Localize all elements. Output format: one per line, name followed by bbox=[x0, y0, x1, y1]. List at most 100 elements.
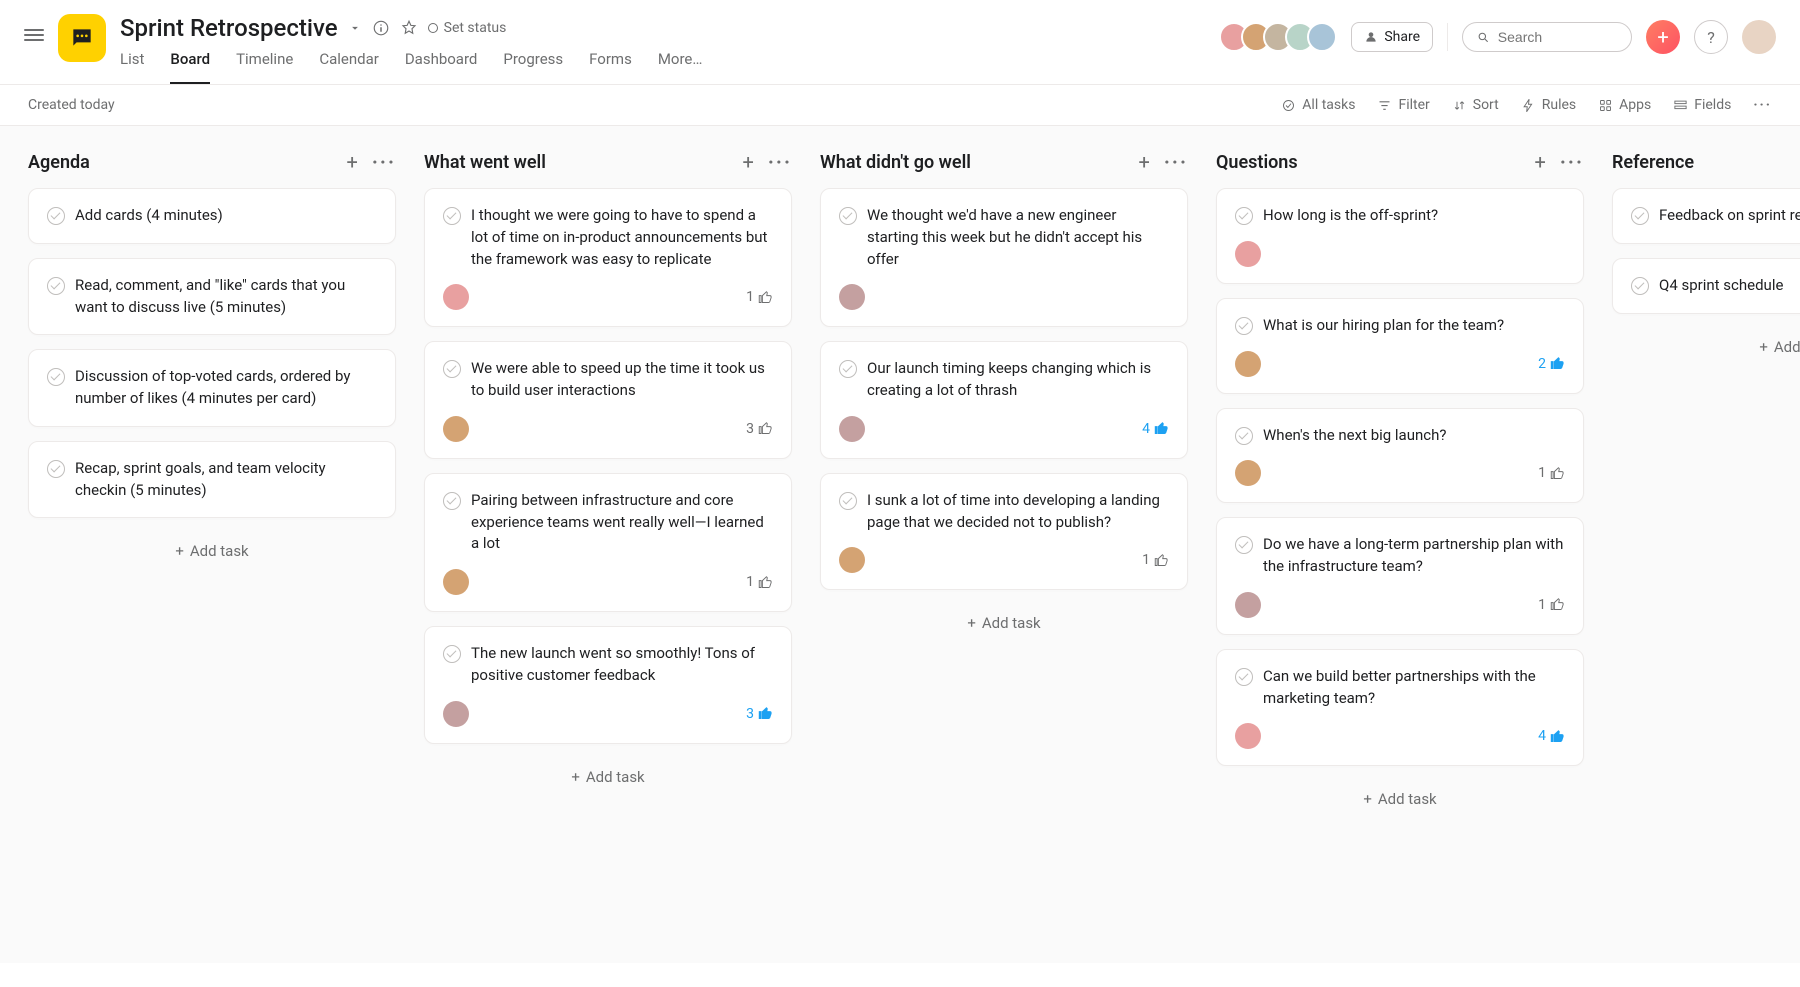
star-icon[interactable] bbox=[400, 19, 418, 37]
task-card[interactable]: I sunk a lot of time into developing a l… bbox=[820, 473, 1188, 591]
like-button[interactable]: 1 bbox=[1142, 552, 1169, 568]
toolbar-rules[interactable]: Rules bbox=[1521, 97, 1576, 113]
tab-list[interactable]: List bbox=[120, 50, 144, 84]
task-card[interactable]: Do we have a long-term partnership plan … bbox=[1216, 517, 1584, 635]
like-button[interactable]: 1 bbox=[1538, 465, 1565, 481]
complete-check-icon[interactable] bbox=[47, 207, 65, 225]
assignee-avatar[interactable] bbox=[1235, 351, 1261, 377]
complete-check-icon[interactable] bbox=[443, 645, 461, 663]
add-task-button[interactable]: +Add task bbox=[1216, 780, 1584, 818]
complete-check-icon[interactable] bbox=[47, 460, 65, 478]
like-button[interactable]: 4 bbox=[1538, 728, 1565, 744]
task-card[interactable]: I thought we were going to have to spend… bbox=[424, 188, 792, 327]
column-add-button[interactable]: + bbox=[1535, 150, 1546, 174]
task-card[interactable]: Can we build better partnerships with th… bbox=[1216, 649, 1584, 767]
task-card[interactable]: Add cards (4 minutes) bbox=[28, 188, 396, 244]
add-task-button[interactable]: +Add task bbox=[820, 604, 1188, 642]
assignee-avatar[interactable] bbox=[443, 416, 469, 442]
like-button[interactable]: 1 bbox=[746, 289, 773, 305]
add-task-button[interactable]: +Add task bbox=[1612, 328, 1800, 366]
project-icon[interactable] bbox=[58, 14, 106, 62]
task-card[interactable]: Discussion of top-voted cards, ordered b… bbox=[28, 349, 396, 427]
assignee-avatar[interactable] bbox=[839, 284, 865, 310]
complete-check-icon[interactable] bbox=[1235, 668, 1253, 686]
toolbar-filter[interactable]: Filter bbox=[1377, 97, 1429, 113]
assignee-avatar[interactable] bbox=[1235, 723, 1261, 749]
share-button[interactable]: Share bbox=[1351, 22, 1433, 52]
like-button[interactable]: 3 bbox=[746, 706, 773, 722]
task-card[interactable]: Read, comment, and "like" cards that you… bbox=[28, 258, 396, 336]
set-status-button[interactable]: Set status bbox=[428, 20, 507, 36]
assignee-avatar[interactable] bbox=[839, 547, 865, 573]
task-card[interactable]: What is our hiring plan for the team?2 bbox=[1216, 298, 1584, 394]
tab-forms[interactable]: Forms bbox=[589, 50, 632, 84]
project-title[interactable]: Sprint Retrospective bbox=[120, 14, 338, 42]
complete-check-icon[interactable] bbox=[443, 360, 461, 378]
complete-check-icon[interactable] bbox=[1631, 207, 1649, 225]
like-button[interactable]: 1 bbox=[1538, 597, 1565, 613]
task-card[interactable]: We were able to speed up the time it too… bbox=[424, 341, 792, 459]
tab-dashboard[interactable]: Dashboard bbox=[405, 50, 478, 84]
like-button[interactable]: 4 bbox=[1142, 421, 1169, 437]
task-card[interactable]: Feedback on sprint retrospective meeting… bbox=[1612, 188, 1800, 244]
assignee-avatar[interactable] bbox=[443, 569, 469, 595]
search-input[interactable] bbox=[1462, 22, 1632, 52]
toolbar-apps[interactable]: Apps bbox=[1598, 97, 1651, 113]
tab-calendar[interactable]: Calendar bbox=[319, 50, 379, 84]
tab-timeline[interactable]: Timeline bbox=[236, 50, 293, 84]
toolbar-sort[interactable]: Sort bbox=[1452, 97, 1499, 113]
complete-check-icon[interactable] bbox=[839, 360, 857, 378]
global-add-button[interactable]: + bbox=[1646, 20, 1680, 54]
info-icon[interactable] bbox=[372, 19, 390, 37]
assignee-avatar[interactable] bbox=[1235, 460, 1261, 486]
complete-check-icon[interactable] bbox=[47, 368, 65, 386]
current-user-avatar[interactable] bbox=[1742, 20, 1776, 54]
chevron-down-icon[interactable] bbox=[348, 21, 362, 35]
like-button[interactable]: 2 bbox=[1538, 356, 1565, 372]
task-card[interactable]: Recap, sprint goals, and team velocity c… bbox=[28, 441, 396, 519]
complete-check-icon[interactable] bbox=[1235, 536, 1253, 554]
like-button[interactable]: 3 bbox=[746, 421, 773, 437]
complete-check-icon[interactable] bbox=[1235, 317, 1253, 335]
tab-more[interactable]: More… bbox=[658, 50, 703, 84]
column-add-button[interactable]: + bbox=[743, 150, 754, 174]
task-card[interactable]: How long is the off-sprint? bbox=[1216, 188, 1584, 284]
complete-check-icon[interactable] bbox=[443, 207, 461, 225]
assignee-avatar[interactable] bbox=[443, 284, 469, 310]
column-more-button[interactable]: ··· bbox=[1164, 150, 1188, 174]
like-button[interactable]: 1 bbox=[746, 574, 773, 590]
column-add-button[interactable]: + bbox=[347, 150, 358, 174]
assignee-avatar[interactable] bbox=[1235, 241, 1261, 267]
add-task-button[interactable]: +Add task bbox=[28, 532, 396, 570]
column-add-button[interactable]: + bbox=[1139, 150, 1150, 174]
task-card[interactable]: Pairing between infrastructure and core … bbox=[424, 473, 792, 612]
complete-check-icon[interactable] bbox=[839, 492, 857, 510]
assignee-avatar[interactable] bbox=[443, 701, 469, 727]
toolbar-fields[interactable]: Fields bbox=[1673, 97, 1731, 113]
search-field[interactable] bbox=[1498, 29, 1617, 45]
complete-check-icon[interactable] bbox=[443, 492, 461, 510]
assignee-avatar[interactable] bbox=[1235, 592, 1261, 618]
task-card[interactable]: Q4 sprint schedule bbox=[1612, 258, 1800, 314]
complete-check-icon[interactable] bbox=[1235, 207, 1253, 225]
column-more-button[interactable]: ··· bbox=[1560, 150, 1584, 174]
complete-check-icon[interactable] bbox=[839, 207, 857, 225]
tab-progress[interactable]: Progress bbox=[503, 50, 563, 84]
toolbar-all-tasks[interactable]: All tasks bbox=[1281, 97, 1355, 113]
add-task-button[interactable]: +Add task bbox=[424, 758, 792, 796]
toolbar-more[interactable]: ··· bbox=[1753, 97, 1772, 113]
tab-board[interactable]: Board bbox=[170, 50, 210, 84]
menu-toggle[interactable] bbox=[24, 26, 44, 42]
complete-check-icon[interactable] bbox=[1235, 427, 1253, 445]
task-card[interactable]: Our launch timing keeps changing which i… bbox=[820, 341, 1188, 459]
column-more-button[interactable]: ··· bbox=[768, 150, 792, 174]
member-avatars[interactable] bbox=[1227, 22, 1337, 52]
task-card[interactable]: The new launch went so smoothly! Tons of… bbox=[424, 626, 792, 744]
help-button[interactable]: ? bbox=[1694, 20, 1728, 54]
task-card[interactable]: We thought we'd have a new engineer star… bbox=[820, 188, 1188, 327]
assignee-avatar[interactable] bbox=[839, 416, 865, 442]
complete-check-icon[interactable] bbox=[1631, 277, 1649, 295]
complete-check-icon[interactable] bbox=[47, 277, 65, 295]
column-more-button[interactable]: ··· bbox=[372, 150, 396, 174]
task-card[interactable]: When's the next big launch?1 bbox=[1216, 408, 1584, 504]
